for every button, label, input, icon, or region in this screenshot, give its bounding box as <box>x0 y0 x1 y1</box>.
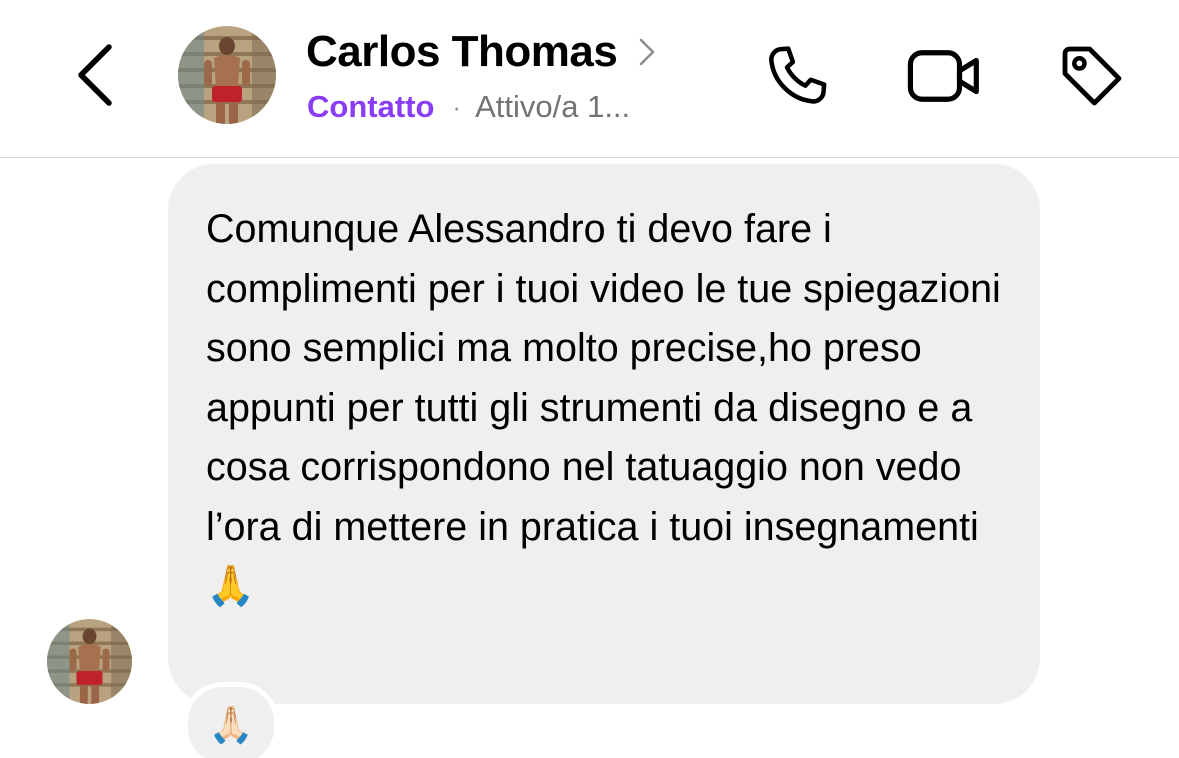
contact-subtitle: Contatto · Attivo/a 1... <box>307 84 630 130</box>
active-status: Attivo/a 1... <box>475 89 631 124</box>
video-call-button[interactable] <box>904 36 984 116</box>
tag-icon <box>1062 46 1122 106</box>
separator-dot: · <box>452 91 462 122</box>
message-thread: Comunque Alessandro ti devo fare i compl… <box>0 158 1179 758</box>
contact-name: Carlos Thomas <box>306 27 618 76</box>
chevron-right-icon <box>639 38 655 66</box>
message-reaction[interactable]: 🙏🏻 <box>183 682 279 758</box>
sender-avatar[interactable] <box>47 619 132 704</box>
audio-call-button[interactable] <box>757 36 837 116</box>
avatar-photo <box>178 26 276 124</box>
contact-name-link[interactable]: Carlos Thomas <box>306 24 655 80</box>
phone-icon <box>769 46 827 104</box>
contact-avatar[interactable] <box>178 26 276 124</box>
chat-header: Carlos Thomas Contatto · Attivo/a 1... <box>0 0 1179 158</box>
video-camera-icon <box>907 50 979 102</box>
dm-thread-screen: Carlos Thomas Contatto · Attivo/a 1... C… <box>0 0 1179 758</box>
reaction-emoji: 🙏🏻 <box>208 704 254 745</box>
message-text: Comunque Alessandro ti devo fare i compl… <box>206 207 1001 608</box>
chevron-left-icon <box>78 44 112 106</box>
back-button[interactable] <box>62 38 128 112</box>
avatar-photo <box>47 619 132 704</box>
label-button[interactable] <box>1052 36 1132 116</box>
received-message-bubble[interactable]: Comunque Alessandro ti devo fare i compl… <box>168 164 1040 704</box>
contact-label-badge[interactable]: Contatto <box>307 89 434 125</box>
